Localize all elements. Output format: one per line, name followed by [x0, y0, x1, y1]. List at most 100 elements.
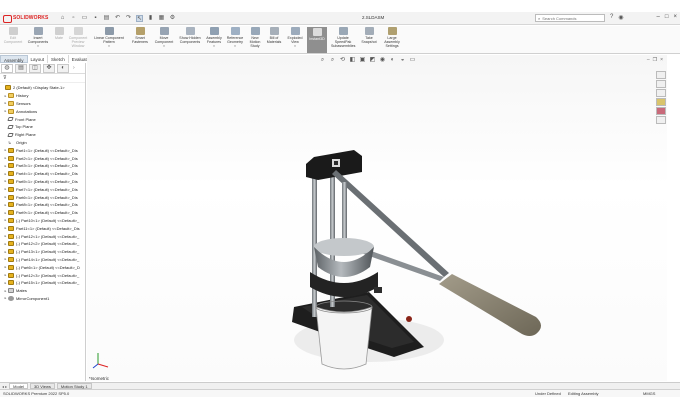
- tree-item[interactable]: ▸ (-) Part12<3> (Default) <<Default>_: [0, 271, 85, 279]
- tree-item[interactable]: ▸ (-) Part10<1> (Default) <<Default>_: [0, 217, 85, 225]
- tree-item[interactable]: ▸ Part11<1> (Default) <<Default>_Dis: [0, 224, 85, 232]
- help-icon[interactable]: ?: [610, 14, 613, 21]
- feature-tree-icon[interactable]: ◍: [1, 63, 13, 73]
- tree-item[interactable]: ▸ Part1<1> (Default) <<Default>_Dis: [0, 146, 85, 154]
- tree-item[interactable]: ▸ Part4<1> (Default) <<Default>_Dis: [0, 170, 85, 178]
- tree-item[interactable]: ▸ History: [0, 92, 85, 100]
- tab-sketch[interactable]: Sketch: [48, 55, 69, 63]
- chevron-right-icon[interactable]: ›: [73, 65, 75, 71]
- linear-component-pattern-button[interactable]: Linear Component Pattern ▾: [91, 27, 127, 48]
- update-speedpak-button[interactable]: Update SpeedPak Subassemblies: [331, 27, 355, 48]
- appearances-icon[interactable]: [656, 107, 666, 115]
- search-commands[interactable]: ⌕: [535, 14, 605, 22]
- tree-item[interactable]: ▸ (-) Part13<1> (Default) <<Default>_: [0, 248, 85, 256]
- view-orientation-icon[interactable]: ▣: [359, 57, 366, 64]
- tree-item-label: MirrorComponent1: [16, 295, 50, 301]
- tab-scroll-icon[interactable]: ◂ ▸: [2, 384, 7, 389]
- edit-component-button[interactable]: Edit Component: [2, 27, 24, 44]
- tree-item[interactable]: ▸ Part6<1> (Default) <<Default>_Dis: [0, 193, 85, 201]
- bill-of-materials-button[interactable]: Bill of Materials: [265, 27, 283, 44]
- select-arrow-icon[interactable]: ↖: [136, 14, 143, 22]
- move-component-button[interactable]: Move Component ▾: [152, 27, 176, 48]
- open-folder-icon[interactable]: ▭: [81, 15, 88, 22]
- new-motion-study-button[interactable]: New Motion Study: [246, 27, 264, 48]
- tree-filter[interactable]: ⊽: [0, 74, 85, 83]
- tree-root[interactable]: 2 (Default) <Display State-1>: [0, 84, 85, 92]
- juicer-3d-model[interactable]: [274, 102, 574, 409]
- component-preview-window-button[interactable]: Component Preview Window: [67, 27, 89, 48]
- redo-icon[interactable]: ↷: [125, 15, 132, 22]
- tree-item[interactable]: ▸ (-) Part12<1> (Default) <<Default>_: [0, 232, 85, 240]
- tab-layout[interactable]: Layout: [28, 55, 49, 63]
- print-icon[interactable]: ▤: [103, 15, 110, 22]
- tree-item[interactable]: ▸ (-) Part15<1> (Default) <<Default>_: [0, 279, 85, 287]
- tree-item[interactable]: ▸ Part9<1> (Default) <<Default>_Dis: [0, 209, 85, 217]
- tree-item[interactable]: ▸ Part8<1> (Default) <<Default>_Dis: [0, 201, 85, 209]
- save-icon[interactable]: ▪: [92, 15, 99, 22]
- app-logo[interactable]: SOLIDWORKS: [0, 14, 55, 23]
- tree-item[interactable]: ↳ Origin: [0, 139, 85, 147]
- configuration-manager-icon[interactable]: ◫: [29, 63, 41, 73]
- rebuild-icon[interactable]: ▮: [147, 15, 154, 22]
- zoom-to-fit-icon[interactable]: ⌕: [319, 57, 326, 64]
- user-icon[interactable]: ◉: [618, 14, 623, 21]
- close-icon[interactable]: ×: [673, 14, 677, 20]
- assembly-features-button[interactable]: Assembly Features ▾: [204, 27, 224, 48]
- take-snapshot-button[interactable]: Take Snapshot: [359, 27, 379, 44]
- options-gear-icon[interactable]: ⚙: [169, 15, 176, 22]
- tree-item[interactable]: ▸ (-) Part14<1> (Default) <<Default>_: [0, 256, 85, 264]
- tree-item[interactable]: ▸ Part2<1> (Default) <<Default>_Dis: [0, 154, 85, 162]
- apply-scene-icon[interactable]: ◒: [399, 57, 406, 64]
- tree-item[interactable]: ▸ Part5<1> (Default) <<Default>_Dis: [0, 178, 85, 186]
- hide-show-items-icon[interactable]: ◉: [379, 57, 386, 64]
- display-manager-icon[interactable]: ◐: [57, 63, 69, 73]
- show-hidden-components-button[interactable]: Show Hidden Components: [178, 27, 202, 44]
- dimxpert-icon[interactable]: ✥: [43, 63, 55, 73]
- file-properties-icon[interactable]: ▦: [158, 15, 165, 22]
- minimize-icon[interactable]: –: [657, 14, 660, 20]
- tree-item[interactable]: ▸ (-) Part6<1> (Default) <<Default>_D: [0, 263, 85, 271]
- section-view-icon[interactable]: ◧: [349, 57, 356, 64]
- view-palette-icon[interactable]: [656, 98, 666, 106]
- tree-item-label: Right Plane: [15, 132, 36, 138]
- custom-properties-icon[interactable]: [656, 116, 666, 124]
- tree-item[interactable]: ▸ Part3<1> (Default) <<Default>_Dis: [0, 162, 85, 170]
- reference-geometry-button[interactable]: Reference Geometry ▾: [225, 27, 245, 48]
- view-settings-icon[interactable]: ▭: [409, 57, 416, 64]
- design-library-icon[interactable]: [656, 80, 666, 88]
- insert-components-button[interactable]: Insert Components ▾: [26, 27, 50, 48]
- tree-item[interactable]: Right Plane: [0, 131, 85, 139]
- smart-fasteners-button[interactable]: Smart Fasteners: [129, 27, 151, 44]
- viewport-close-icon[interactable]: ×: [660, 57, 663, 63]
- large-assembly-settings-button[interactable]: Large Assembly Settings: [381, 27, 403, 48]
- tree-item[interactable]: ▸ Part7<1> (Default) <<Default>_Dis: [0, 185, 85, 193]
- display-style-icon[interactable]: ◩: [369, 57, 376, 64]
- tree-item[interactable]: ▸ MirrorComponent1: [0, 295, 85, 303]
- viewport-minimize-icon[interactable]: –: [647, 57, 650, 63]
- undo-icon[interactable]: ↶: [114, 15, 121, 22]
- property-manager-icon[interactable]: ▤: [15, 63, 27, 73]
- maximize-icon[interactable]: □: [665, 14, 669, 20]
- tree-item-label: (-) Part12<2> (Default) <<Default>_: [16, 241, 80, 247]
- file-explorer-icon[interactable]: [656, 89, 666, 97]
- viewport-restore-icon[interactable]: ❐: [653, 57, 657, 63]
- tab-assembly[interactable]: Assembly: [0, 55, 28, 63]
- mate-button[interactable]: Mate: [52, 27, 66, 40]
- tree-item[interactable]: Top Plane: [0, 123, 85, 131]
- exploded-view-button[interactable]: Exploded View ▾: [285, 27, 305, 48]
- new-document-icon[interactable]: ▫: [70, 15, 77, 22]
- tree-item[interactable]: ▸ Sensors: [0, 100, 85, 108]
- tree-item[interactable]: ▸ Annotations: [0, 107, 85, 115]
- home-icon[interactable]: ⌂: [59, 15, 66, 22]
- tree-item[interactable]: ▸ (-) Part12<2> (Default) <<Default>_: [0, 240, 85, 248]
- tree-item[interactable]: Front Plane: [0, 115, 85, 123]
- edit-appearance-icon[interactable]: ◐: [389, 57, 396, 64]
- status-units[interactable]: MMGS: [643, 391, 655, 396]
- zoom-area-icon[interactable]: ⌕: [329, 57, 336, 64]
- solidworks-resources-icon[interactable]: [656, 71, 666, 79]
- previous-view-icon[interactable]: ⟲: [339, 57, 346, 64]
- instant3d-button[interactable]: Instant3D: [307, 27, 327, 53]
- search-input[interactable]: [542, 15, 601, 21]
- tree-item[interactable]: ▸ Mates: [0, 287, 85, 295]
- graphics-viewport[interactable]: ⌕ ⌕ ⟲ ◧ ▣ ◩ ◉ ◐ ◒ ▭ – ❐ × *Isometric: [87, 55, 667, 381]
